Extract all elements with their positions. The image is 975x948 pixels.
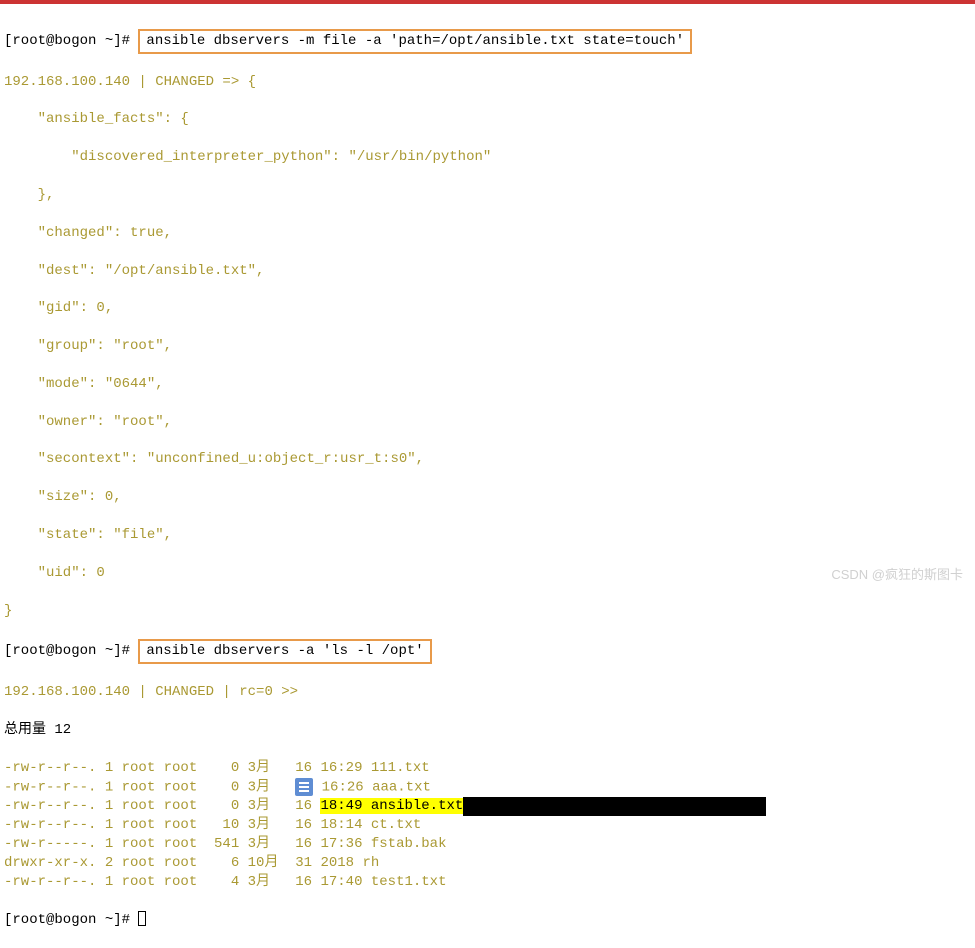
ansible-output-line: }	[4, 602, 971, 621]
ansible-output-line: "discovered_interpreter_python": "/usr/b…	[4, 148, 971, 167]
ansible-output-line: 192.168.100.140 | CHANGED => {	[4, 73, 971, 92]
highlighted-command-1: ansible dbservers -m file -a 'path=/opt/…	[138, 29, 692, 54]
prompt-prefix: [root@bogon ~]#	[4, 33, 138, 49]
highlighted-command-2: ansible dbservers -a 'ls -l /opt'	[138, 639, 431, 664]
ls-row: -rw-r-----. 1 root root 541 3月 16 17:36 …	[4, 835, 971, 854]
terminal-cursor	[138, 911, 146, 926]
ls-row: drwxr-xr-x. 2 root root 6 10月 31 2018 rh	[4, 854, 971, 873]
prompt-line-3: [root@bogon ~]#	[4, 911, 971, 930]
ls-row: -rw-r--r--. 1 root root 0 3月 16:26 aaa.t…	[4, 778, 971, 798]
terminal-output[interactable]: [root@bogon ~]# ansible dbservers -m fil…	[4, 4, 971, 948]
ls-output-header: 192.168.100.140 | CHANGED | rc=0 >>	[4, 683, 971, 702]
prompt-line-1: [root@bogon ~]# ansible dbservers -m fil…	[4, 29, 971, 54]
ls-file-listing: -rw-r--r--. 1 root root 0 3月 16 16:29 11…	[4, 759, 971, 892]
prompt-prefix: [root@bogon ~]#	[4, 643, 138, 659]
ansible-output-line: },	[4, 186, 971, 205]
ls-row: -rw-r--r--. 1 root root 4 3月 16 17:40 te…	[4, 873, 971, 892]
ansible-output-line: "ansible_facts": {	[4, 110, 971, 129]
highlighted-file: 18:49 ansible.txt	[320, 798, 463, 814]
ansible-output-line: "size": 0,	[4, 488, 971, 507]
ansible-output-line: "uid": 0	[4, 564, 971, 583]
ansible-output-line: "dest": "/opt/ansible.txt",	[4, 262, 971, 281]
ls-row: -rw-r--r--. 1 root root 0 3月 16 18:49 an…	[4, 797, 971, 816]
ansible-output-line: "changed": true,	[4, 224, 971, 243]
command-text-1: ansible dbservers -m file -a 'path=/opt/…	[146, 33, 684, 49]
ansible-output-line: "gid": 0,	[4, 299, 971, 318]
ansible-output-line: "state": "file",	[4, 526, 971, 545]
ls-row: -rw-r--r--. 1 root root 10 3月 16 18:14 c…	[4, 816, 971, 835]
ls-row: -rw-r--r--. 1 root root 0 3月 16 16:29 11…	[4, 759, 971, 778]
prompt-prefix: [root@bogon ~]#	[4, 912, 138, 928]
command-text-2: ansible dbservers -a 'ls -l /opt'	[146, 643, 423, 659]
ansible-output-line: "owner": "root",	[4, 413, 971, 432]
ansible-output-line: "secontext": "unconfined_u:object_r:usr_…	[4, 450, 971, 469]
selection-tail	[463, 797, 765, 816]
ansible-output-line: "mode": "0644",	[4, 375, 971, 394]
csdn-watermark: CSDN @疯狂的斯图卡	[831, 566, 963, 584]
ansible-output-line: "group": "root",	[4, 337, 971, 356]
prompt-line-2: [root@bogon ~]# ansible dbservers -a 'ls…	[4, 639, 971, 664]
window-titlebar	[0, 0, 975, 4]
ls-total-line: 总用量 12	[4, 721, 971, 740]
document-icon	[295, 778, 313, 796]
